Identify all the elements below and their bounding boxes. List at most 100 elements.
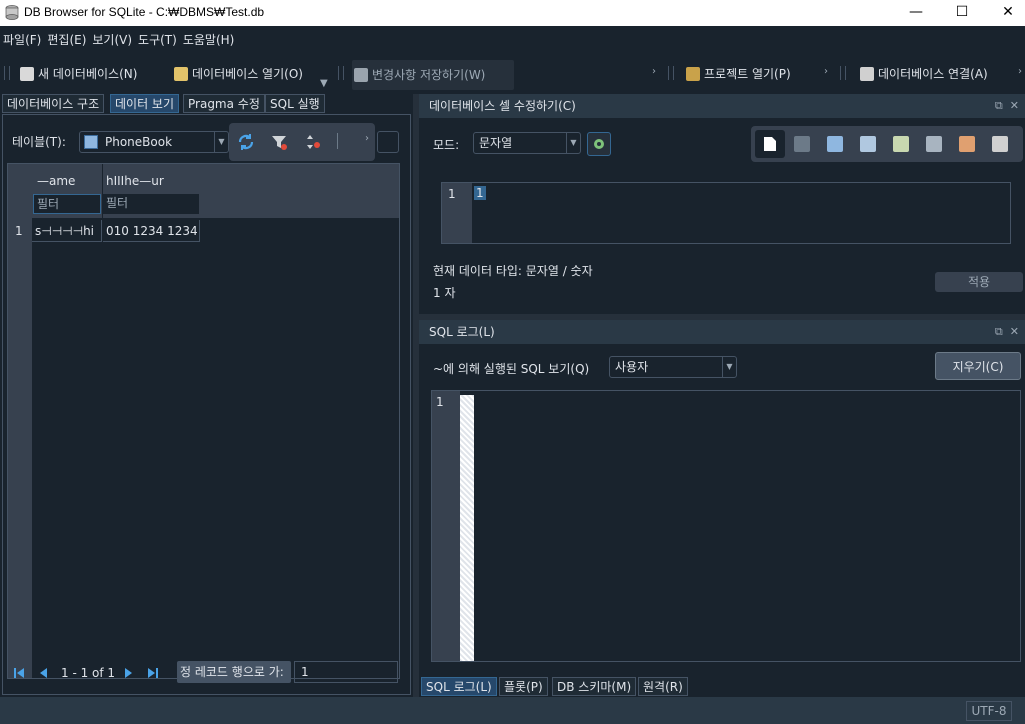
mode-select-value: 문자열 — [479, 136, 513, 150]
set-null-icon[interactable] — [893, 136, 909, 152]
open-project-icon — [686, 67, 700, 81]
table-label: 테이블(T): — [12, 135, 66, 149]
auto-switch-mode-button[interactable] — [587, 132, 611, 156]
mode-select[interactable]: 문자열 ▼ — [473, 132, 581, 154]
open-database-icon — [174, 67, 188, 81]
submitted-by-value: 사용자 — [615, 360, 649, 374]
clear-filters-icon[interactable] — [267, 130, 291, 154]
menu-edit[interactable]: 편집(E) — [44, 26, 89, 54]
line-number-gutter — [432, 391, 460, 661]
title-bar: DB Browser for SQLite - C:₩DBMS₩Test.db … — [0, 0, 1025, 26]
toolbar-separator — [337, 133, 338, 149]
open-project-button[interactable]: 프로젝트 열기(P) — [684, 62, 791, 86]
record-count: 1 - 1 of 1 — [61, 666, 116, 680]
menu-help[interactable]: 도움말(H) — [180, 26, 238, 54]
edit-cell-toolbar — [751, 126, 1023, 162]
toolbar-overflow-icon[interactable]: › — [652, 66, 656, 77]
chevron-down-icon: ▼ — [722, 357, 736, 377]
tab-browse-data[interactable]: 데이터 보기 — [110, 94, 180, 113]
sql-log-editor[interactable]: 1 — [431, 390, 1021, 662]
mode-label: 모드: — [433, 138, 460, 152]
toolbar-handle[interactable] — [4, 66, 10, 80]
word-wrap-icon[interactable] — [794, 136, 810, 152]
tab-sql-log[interactable]: SQL 로그(L) — [421, 677, 497, 696]
edit-cell-dock: 데이터베이스 셀 수정하기(C) ⧉ ✕ 모드: 문자열 ▼ 1 1 현재 데이… — [419, 94, 1025, 314]
filter-input-phone-num[interactable]: 필터 — [103, 194, 199, 214]
next-record-icon[interactable] — [123, 667, 135, 679]
write-changes-label: 변경사항 저장하기(W) — [372, 68, 486, 82]
filter-input-name[interactable]: 필터 — [33, 194, 101, 214]
open-project-label: 프로젝트 열기(P) — [704, 67, 791, 81]
table-cell-name[interactable]: s⊣⊣⊣⊣hi — [32, 220, 102, 242]
column-header-phone-num[interactable]: hⅠⅠⅠhe—ur — [103, 170, 199, 192]
submitted-by-select[interactable]: 사용자 ▼ — [609, 356, 737, 378]
tab-remote[interactable]: 원격(R) — [638, 677, 688, 696]
previous-record-icon[interactable] — [37, 667, 49, 679]
text-mode-button[interactable] — [755, 130, 785, 158]
toolbar-separator — [668, 66, 674, 80]
new-database-icon — [20, 67, 34, 81]
new-database-button[interactable]: 새 데이터베이스(N) — [18, 62, 137, 86]
fold-margin — [460, 395, 474, 661]
data-type-label: 현재 데이터 타입: 문자열 / 숫자 — [433, 264, 593, 278]
refresh-icon[interactable] — [234, 130, 258, 154]
menu-bar: 파일(F) 편집(E) 보기(V) 도구(T) 도움말(H) — [0, 26, 1025, 54]
table-select[interactable]: PhoneBook ▼ — [79, 131, 229, 153]
tab-database-structure[interactable]: 데이터베이스 구조 — [2, 94, 105, 113]
sql-log-dock: SQL 로그(L) ⧉ ✕ ~에 의해 실행된 SQL 보기(Q) 사용자 ▼ … — [419, 320, 1025, 697]
attach-database-button[interactable]: 데이터베이스 연결(A) — [858, 62, 988, 86]
dock-controls: ⧉ ✕ — [995, 320, 1019, 344]
apply-icon[interactable] — [959, 136, 975, 152]
clear-log-button[interactable]: 지우기(C) — [935, 352, 1021, 380]
status-bar: UTF-8 — [0, 697, 1025, 724]
data-grid: —ame hⅠⅠⅠhe—ur 필터 필터 1 s⊣⊣⊣⊣hi 010 1234 … — [7, 163, 400, 679]
menu-tools[interactable]: 도구(T) — [135, 26, 180, 54]
toolbar-overflow-icon[interactable]: › — [365, 133, 369, 144]
browse-extra-button[interactable] — [377, 131, 399, 153]
tab-execute-sql[interactable]: SQL 실행 — [265, 94, 325, 113]
main-toolbar: 새 데이터베이스(N) 데이터베이스 열기(O) ▼ 변경사항 저장하기(W) … — [0, 54, 1025, 94]
chevron-down-icon: ▼ — [566, 133, 580, 153]
go-to-record-button[interactable]: 정 레코드 행으로 가: — [177, 661, 291, 683]
export-icon[interactable] — [860, 136, 876, 152]
toolbar-overflow-icon[interactable]: › — [824, 66, 828, 77]
tab-edit-pragmas[interactable]: Pragma 수정 — [183, 94, 265, 113]
close-button[interactable]: ✕ — [985, 0, 1025, 26]
cell-editor[interactable]: 1 1 — [441, 182, 1011, 244]
float-icon[interactable]: ⧉ — [995, 99, 1003, 112]
encoding-label: UTF-8 — [966, 701, 1012, 721]
app-icon — [5, 5, 19, 20]
open-database-button[interactable]: 데이터베이스 열기(O) — [172, 62, 303, 86]
menu-file[interactable]: 파일(F) — [0, 26, 44, 54]
last-record-icon[interactable] — [147, 667, 159, 679]
open-in-editor-icon[interactable] — [926, 136, 942, 152]
tab-db-schema[interactable]: DB 스키마(M) — [552, 677, 637, 696]
open-database-dropdown-icon[interactable]: ▼ — [320, 78, 328, 89]
write-changes-button[interactable]: 변경사항 저장하기(W) — [352, 60, 514, 90]
open-database-label: 데이터베이스 열기(O) — [192, 67, 303, 81]
window-title: DB Browser for SQLite - C:₩DBMS₩Test.db — [24, 5, 265, 19]
first-record-icon[interactable] — [13, 667, 25, 679]
submitted-by-label: ~에 의해 실행된 SQL 보기(Q) — [433, 362, 590, 376]
import-icon[interactable] — [827, 136, 843, 152]
close-icon[interactable]: ✕ — [1010, 99, 1019, 112]
go-to-record-input[interactable]: 1 — [294, 661, 398, 683]
cell-text[interactable]: 1 — [474, 186, 486, 200]
column-header-name[interactable]: —ame — [34, 170, 102, 192]
left-tab-bar: 데이터베이스 구조 데이터 보기 Pragma 수정 SQL 실행 — [0, 94, 413, 114]
minimize-button[interactable]: — — [893, 0, 939, 26]
line-number: 1 — [448, 187, 456, 201]
clear-sorting-icon[interactable] — [301, 130, 325, 154]
table-cell-phone-num[interactable]: 010 1234 1234 — [103, 220, 200, 242]
dock-controls: ⧉ ✕ — [995, 94, 1019, 118]
close-icon[interactable]: ✕ — [1010, 325, 1019, 338]
tab-plot[interactable]: 플롯(P) — [499, 677, 548, 696]
toolbar-overflow-icon[interactable]: › — [1018, 66, 1022, 77]
apply-button[interactable]: 적용 — [935, 272, 1023, 292]
float-icon[interactable]: ⧉ — [995, 325, 1003, 338]
line-number: 1 — [436, 395, 444, 409]
menu-view[interactable]: 보기(V) — [89, 26, 135, 54]
row-number[interactable]: 1 — [12, 220, 30, 242]
maximize-button[interactable]: ☐ — [939, 0, 985, 26]
print-icon[interactable] — [992, 136, 1008, 152]
